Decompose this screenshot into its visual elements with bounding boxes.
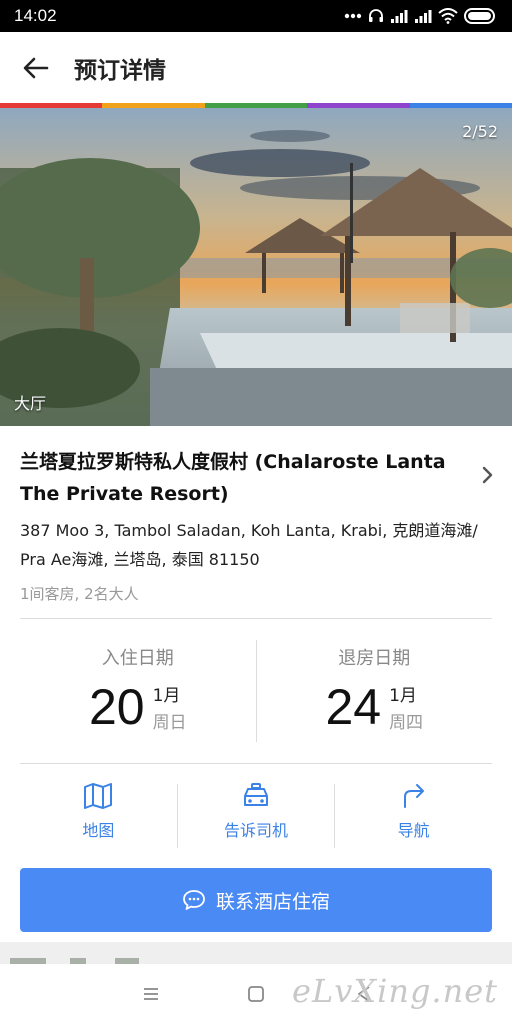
room-guest-info: 1间客房, 2名大人 — [20, 585, 139, 603]
photo-caption: 大厅 — [14, 394, 47, 413]
tell-driver-label: 告诉司机 — [224, 821, 289, 840]
checkin-label: 入住日期 — [101, 648, 174, 669]
home-square-icon — [248, 986, 264, 1002]
status-bar: 14:02 — [0, 0, 512, 32]
checkin-day: 20 — [88, 679, 145, 735]
signal-icon-2 — [415, 10, 432, 23]
chevron-right-icon — [482, 466, 493, 484]
wifi-icon — [438, 8, 458, 24]
checkout-label: 退房日期 — [338, 648, 411, 669]
navigation-label: 导航 — [397, 821, 430, 840]
watermark: eLvXing.net — [292, 972, 498, 1010]
map-icon — [84, 783, 113, 809]
tell-driver-button[interactable]: 告诉司机 — [178, 764, 335, 860]
app-bar: 预订详情 — [0, 32, 512, 104]
photo-counter: 2/52 — [462, 122, 498, 141]
divider — [20, 618, 492, 619]
page-title: 预订详情 — [74, 58, 166, 84]
checkout-date: 退房日期 24 1月 周四 — [257, 620, 493, 762]
checkout-day: 24 — [325, 679, 382, 735]
navigation-button[interactable]: 导航 — [335, 764, 492, 860]
hotel-name-row[interactable]: 兰塔夏拉罗斯特私人度假村 (Chalaroste Lanta The Priva… — [20, 446, 493, 510]
battery-icon — [464, 8, 495, 24]
home-nav-button[interactable] — [246, 984, 266, 1008]
contact-hotel-label: 联系酒店住宿 — [215, 890, 330, 913]
contact-hotel-button[interactable]: 联系酒店住宿 — [20, 868, 492, 932]
menu-nav-button[interactable] — [142, 986, 160, 1006]
taxi-icon — [244, 783, 268, 806]
back-button[interactable] — [0, 32, 72, 104]
checkin-date: 入住日期 20 1月 周日 — [20, 620, 256, 762]
map-label: 地图 — [82, 821, 115, 840]
checkin-weekday: 周日 — [152, 713, 187, 733]
status-icons — [344, 8, 498, 24]
chat-bubble-icon — [183, 890, 205, 910]
status-time: 14:02 — [14, 6, 57, 25]
hotel-name: 兰塔夏拉罗斯特私人度假村 (Chalaroste Lanta The Priva… — [20, 451, 446, 505]
notification-dots-icon — [344, 13, 362, 19]
action-bar: 地图 告诉司机 导航 — [20, 764, 492, 860]
hotel-photo[interactable]: 2/52 大厅 — [0, 108, 512, 426]
checkout-weekday: 周四 — [389, 713, 424, 733]
checkin-month: 1月 — [152, 686, 181, 706]
checkout-month: 1月 — [389, 686, 417, 706]
back-arrow-icon — [23, 57, 49, 79]
signal-icon — [391, 10, 408, 23]
map-button[interactable]: 地图 — [20, 764, 177, 860]
menu-icon — [144, 988, 158, 1000]
navigation-arrow-icon — [403, 784, 424, 808]
resort-photo-image — [0, 108, 512, 426]
headset-icon — [369, 9, 383, 22]
stay-dates: 入住日期 20 1月 周日 退房日期 24 1月 周四 — [20, 620, 492, 762]
hotel-address: 387 Moo 3, Tambol Saladan, Koh Lanta, Kr… — [20, 521, 478, 569]
bottom-content-peek — [0, 942, 512, 964]
